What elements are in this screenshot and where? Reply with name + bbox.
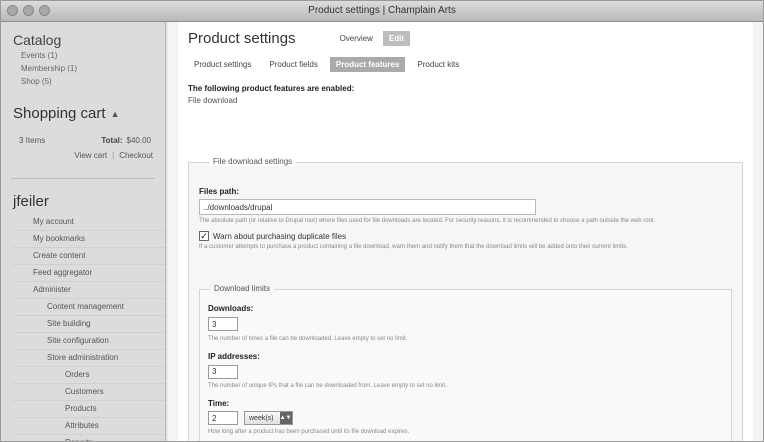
primary-tabs: Overview Edit (334, 31, 411, 46)
downloads-input[interactable] (208, 317, 238, 331)
sidebar-nav-item[interactable]: Attributes (13, 418, 165, 435)
cart-total-value: $40.00 (126, 136, 151, 145)
catalog-link[interactable]: Membership (1) (1, 61, 165, 74)
enabled-features-heading: The following product features are enabl… (188, 84, 355, 93)
time-input[interactable] (208, 411, 238, 425)
sidebar-nav-item[interactable]: Orders (13, 367, 165, 384)
sidebar-nav-item[interactable]: Create content (13, 248, 165, 265)
secondary-tabs: Product settings Product fields Product fe… (178, 47, 753, 72)
warn-duplicate-checkbox[interactable]: ✓ (199, 231, 209, 241)
catalog-list: Events (1) Membership (1) Shop (5) (1, 48, 165, 87)
secondary-tab[interactable]: Product features (329, 57, 406, 72)
browser-window: Product settings | Champlain Arts Catalo… (0, 0, 764, 442)
ip-addresses-description: The number of unique IPs that a file can… (208, 383, 447, 389)
time-label: Time: (208, 399, 230, 408)
secondary-tab[interactable]: Product settings (188, 57, 257, 72)
select-arrows-icon[interactable]: ▲▼ (279, 412, 292, 424)
ip-addresses-label: IP addresses: (208, 351, 260, 361)
cart-total: Total: $40.00 (101, 136, 151, 145)
files-path-label: Files path: (199, 187, 240, 196)
enabled-feature-item: File download (188, 96, 238, 105)
sidebar-nav-item[interactable]: My bookmarks (13, 231, 165, 248)
primary-tab[interactable]: Overview (334, 31, 379, 46)
sidebar-nav-item[interactable]: Products (13, 401, 165, 418)
page-title: Product settings (188, 30, 296, 47)
files-path-description: The absolute path (or relative to Drupal… (199, 218, 656, 224)
view-cart-link[interactable]: View cart (74, 151, 107, 160)
shopping-cart-heading[interactable]: Shopping cart ▲ (1, 87, 165, 122)
time-description: How long after a product has been purcha… (208, 429, 410, 435)
title-bar: Product settings | Champlain Arts (1, 1, 763, 22)
sidebar-nav-item[interactable]: Content management (13, 299, 165, 316)
sidebar-nav-item[interactable]: Site building (13, 316, 165, 333)
shopping-cart-title: Shopping cart (13, 105, 106, 122)
cart-item-count: 3 Items (19, 136, 46, 145)
primary-tab[interactable]: Edit (382, 31, 411, 46)
sidebar-nav-item[interactable]: Site configuration (13, 333, 165, 350)
warn-duplicate-description: If a customer attempts to purchase a pro… (199, 244, 628, 250)
main-content: Product settings Overview Edit Product se… (168, 22, 763, 441)
window-title: Product settings | Champlain Arts (308, 5, 456, 16)
downloads-description: The number of times a file can be downlo… (208, 335, 408, 342)
files-path-input[interactable] (199, 199, 536, 215)
time-unit-select[interactable]: week(s) ▲▼ (244, 411, 293, 425)
sidebar-nav-item[interactable]: Feed aggregator (13, 265, 165, 282)
sidebar-nav-item[interactable]: Reports (13, 435, 165, 441)
download-limits-legend[interactable]: Download limits (210, 284, 275, 293)
catalog-link[interactable]: Shop (5) (1, 74, 165, 87)
file-download-settings-fieldset: File download settings Files path: The a… (188, 157, 743, 441)
warn-duplicate-row[interactable]: ✓ Warn about purchasing duplicate files (199, 231, 732, 241)
cart-links: View cart | Checkout (1, 145, 165, 160)
catalog-link[interactable]: Events (1) (1, 48, 165, 61)
page-header: Product settings Overview Edit (178, 22, 753, 47)
ip-addresses-input[interactable] (208, 364, 238, 379)
user-navigation: My account My bookmarks Create content Feed… (1, 214, 165, 441)
sidebar: Catalog Events (1) Membership (1) Shop (5)… (1, 22, 166, 441)
warn-duplicate-label: Warn about purchasing duplicate files (213, 231, 347, 241)
catalog-title: Catalog (13, 32, 62, 48)
collapse-caret-icon[interactable]: ▲ (111, 109, 120, 119)
time-controls: week(s) ▲▼ (208, 411, 723, 425)
secondary-tab[interactable]: Product fields (263, 57, 323, 72)
download-limits-fieldset: Download limits Downloads: The number of… (199, 284, 732, 441)
cart-total-label: Total: (101, 136, 123, 145)
sidebar-nav-item[interactable]: Customers (13, 384, 165, 401)
cart-link-separator: | (112, 151, 115, 160)
checkout-link[interactable]: Checkout (119, 151, 153, 160)
cart-summary: 3 Items Total: $40.00 (1, 122, 165, 145)
file-download-settings-legend[interactable]: File download settings (209, 157, 297, 166)
content-page: Product settings Overview Edit Product se… (178, 22, 753, 441)
secondary-tab[interactable]: Product kits (411, 57, 465, 72)
downloads-label: Downloads: (208, 304, 254, 313)
time-unit-value: week(s) (249, 414, 274, 422)
sidebar-nav-item[interactable]: My account (13, 214, 165, 231)
sidebar-nav-item[interactable]: Administer (13, 282, 165, 299)
sidebar-nav-item[interactable]: Store administration (13, 350, 165, 367)
user-menu-title: jfeiler (13, 193, 49, 210)
